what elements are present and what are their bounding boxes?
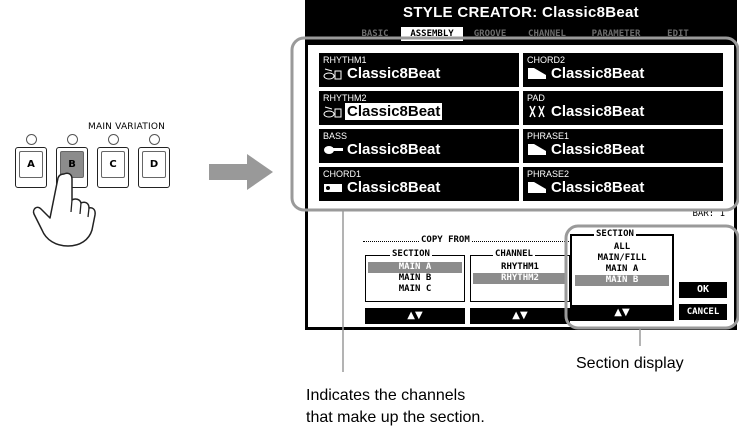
channel-chord1[interactable]: CHORD1 Classic8Beat xyxy=(319,167,519,201)
copy-section-item[interactable]: MAIN C xyxy=(368,284,462,295)
section-display-arrows-button[interactable]: ▲▼ xyxy=(570,305,674,321)
section-display-item[interactable]: ALL xyxy=(575,242,669,253)
screen-title: STYLE CREATOR: Classic8Beat xyxy=(403,4,639,21)
led-c-indicator xyxy=(108,134,119,145)
tab-assembly[interactable]: ASSEMBLY xyxy=(401,27,463,41)
tab-edit[interactable]: EDIT xyxy=(655,27,701,41)
channel-name: CHORD1 xyxy=(323,169,362,179)
channel-name: RHYTHM2 xyxy=(323,93,367,103)
right-arrow-icon xyxy=(209,154,273,190)
channel-style: Classic8Beat xyxy=(347,179,441,196)
button-c-label: C xyxy=(109,159,117,170)
bass-guitar-icon xyxy=(324,146,343,154)
channel-name: PHRASE1 xyxy=(527,131,570,141)
lcd-screen: STYLE CREATOR: Classic8Beat BASIC ASSEMB… xyxy=(305,0,737,330)
copy-channel-list: CHANNEL RHYTHM1 RHYTHM2 xyxy=(470,249,570,302)
cancel-button[interactable]: CANCEL xyxy=(679,304,727,320)
tab-edit-label: EDIT xyxy=(667,29,689,39)
section-display-callout: Section display xyxy=(576,355,684,372)
led-a-indicator xyxy=(26,134,37,145)
copy-channel-label: CHANNEL xyxy=(493,249,535,259)
copy-section-item[interactable]: MAIN B xyxy=(368,273,462,284)
channel-rhythm2[interactable]: RHYTHM2 Classic8Beat xyxy=(319,91,519,125)
channel-style: Classic8Beat xyxy=(347,65,441,82)
pressing-hand-icon xyxy=(32,172,96,247)
led-b-indicator xyxy=(67,134,78,145)
led-d-indicator xyxy=(149,134,160,145)
keyboard-icon xyxy=(528,182,546,193)
main-variation-label: MAIN VARIATION xyxy=(88,122,166,132)
drum-kit-icon xyxy=(323,68,342,80)
copy-channel-arrows-button[interactable]: ▲▼ xyxy=(470,308,570,324)
main-variation-d-button[interactable]: D xyxy=(138,147,170,188)
copy-section-item[interactable]: MAIN A xyxy=(368,262,462,273)
bar-indicator: BAR: 1 xyxy=(692,209,725,219)
channel-pad[interactable]: PAD Classic8Beat xyxy=(523,91,723,125)
channels-callout-line1: Indicates the channels xyxy=(306,387,466,404)
keyboard-icon xyxy=(528,68,546,79)
channel-rhythm1[interactable]: RHYTHM1 Classic8Beat xyxy=(319,53,519,87)
button-d-label: D xyxy=(149,159,159,170)
copy-section-list: SECTION MAIN A MAIN B MAIN C xyxy=(365,249,465,302)
drum-kit-icon xyxy=(323,106,342,118)
channel-grid: RHYTHM1 Classic8Beat CHORD2 Classic8Beat… xyxy=(308,45,734,208)
channel-name: PAD xyxy=(527,93,545,103)
section-display-item[interactable]: MAIN A xyxy=(575,264,669,275)
channel-chord2[interactable]: CHORD2 Classic8Beat xyxy=(523,53,723,87)
strings-icon xyxy=(529,105,545,118)
guitar-icon xyxy=(324,184,342,192)
tab-assembly-label: ASSEMBLY xyxy=(410,29,454,39)
channel-name: PHRASE2 xyxy=(527,169,570,179)
channel-style: Classic8Beat xyxy=(551,103,645,120)
channels-callout-line2: that make up the section. xyxy=(306,409,485,426)
channel-name: RHYTHM1 xyxy=(323,55,367,65)
channel-phrase1[interactable]: PHRASE1 Classic8Beat xyxy=(523,129,723,163)
channel-style: Classic8Beat xyxy=(551,65,645,82)
channel-bass[interactable]: BASS Classic8Beat xyxy=(319,129,519,163)
channel-style: Classic8Beat xyxy=(551,141,645,158)
keyboard-icon xyxy=(528,144,546,155)
main-variation-c-button[interactable]: C xyxy=(97,147,129,188)
tab-basic-label: BASIC xyxy=(361,29,389,39)
channel-style: Classic8Beat xyxy=(347,141,441,158)
section-display-item[interactable]: MAIN B xyxy=(575,275,669,286)
copy-from-label: COPY FROM xyxy=(419,235,472,245)
section-display-item[interactable]: MAIN/FILL xyxy=(575,253,669,264)
button-a-label: A xyxy=(27,159,35,170)
channel-phrase2[interactable]: PHRASE2 Classic8Beat xyxy=(523,167,723,201)
tab-parameter[interactable]: PARAMETER xyxy=(579,27,653,41)
copy-section-label: SECTION xyxy=(390,249,432,259)
tab-groove[interactable]: GROOVE xyxy=(465,27,515,41)
section-display-label: SECTION xyxy=(594,229,636,239)
copy-channel-item[interactable]: RHYTHM2 xyxy=(473,273,567,284)
channel-style: Classic8Beat xyxy=(551,179,645,196)
button-b-label: B xyxy=(68,159,76,170)
tab-groove-label: GROOVE xyxy=(473,29,507,39)
channel-name: BASS xyxy=(323,131,348,141)
channel-style-selected: Classic8Beat xyxy=(345,103,443,120)
bar-label: BAR: xyxy=(692,209,715,219)
bar-value: 1 xyxy=(719,209,725,219)
section-display-list: SECTION ALL MAIN/FILL MAIN A MAIN B xyxy=(570,229,674,308)
ok-button[interactable]: OK xyxy=(679,282,727,298)
channel-name: CHORD2 xyxy=(527,55,566,65)
tab-parameter-label: PARAMETER xyxy=(591,29,641,39)
copy-section-arrows-button[interactable]: ▲▼ xyxy=(365,308,465,324)
tab-basic[interactable]: BASIC xyxy=(351,27,399,41)
copy-channel-item[interactable]: RHYTHM1 xyxy=(473,262,567,273)
tab-channel-label: CHANNEL xyxy=(528,29,566,39)
tab-channel[interactable]: CHANNEL xyxy=(517,27,577,41)
